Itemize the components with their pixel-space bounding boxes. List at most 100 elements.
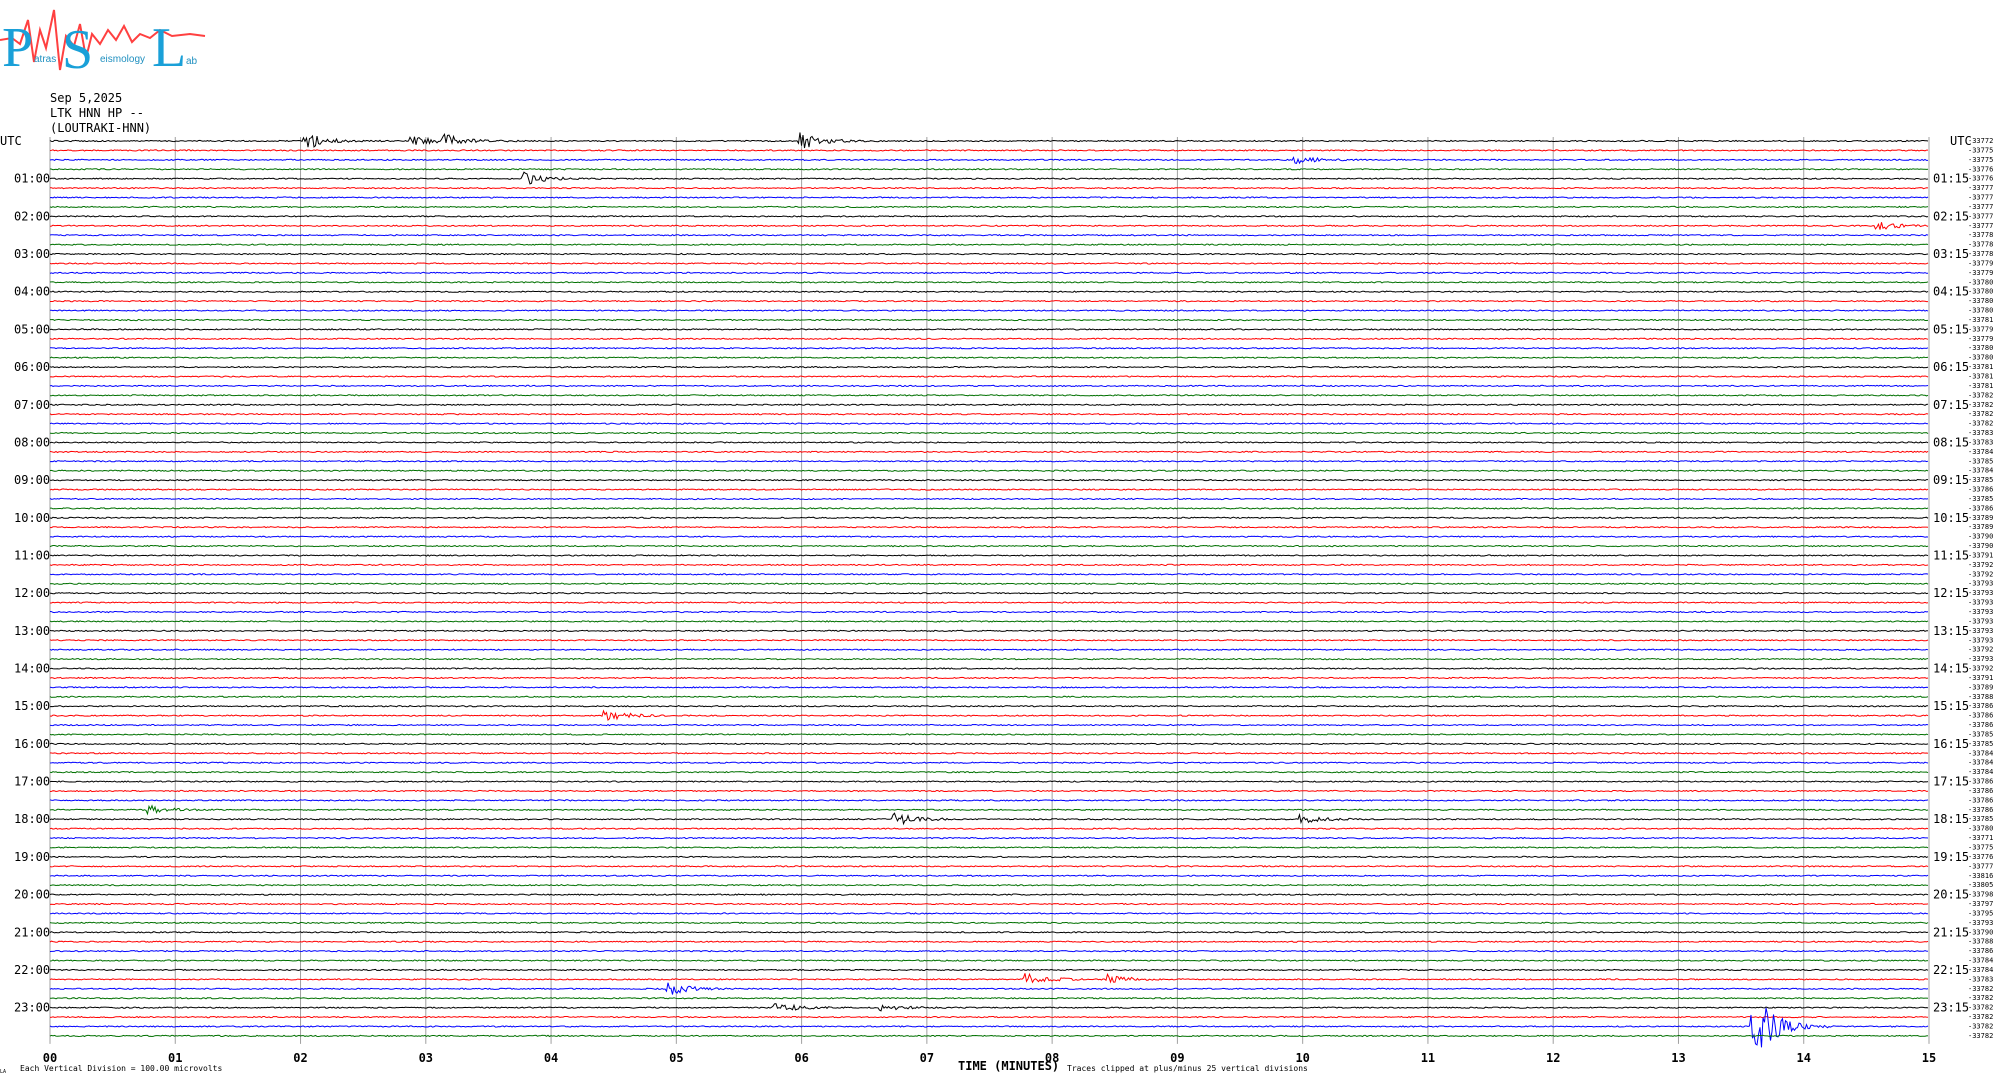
trace-value-label: -33779: [1968, 259, 1993, 267]
trace-value-label: -33780: [1968, 297, 1993, 305]
trace-line: [49, 375, 1929, 378]
trace-line: [49, 723, 1929, 727]
x-tick-label: 09: [1170, 1051, 1184, 1065]
hour-label-right: 12:15: [1933, 586, 1969, 600]
trace-line: [49, 959, 1929, 962]
trace-value-label: -33790: [1968, 542, 1993, 550]
trace-value-label: -33783: [1968, 438, 1993, 446]
trace-line: [49, 827, 1929, 830]
trace-value-label: -33786: [1968, 486, 1993, 494]
trace-line: [49, 573, 1929, 576]
hour-label-right: 19:15: [1933, 850, 1969, 864]
trace-line: [49, 356, 1929, 359]
trace-line: [49, 742, 1929, 746]
hour-label-left: 05:00: [14, 322, 50, 336]
trace-line: [49, 921, 1929, 925]
trace-value-label: -33786: [1968, 787, 1993, 795]
trace-value-label: -33792: [1968, 561, 1993, 569]
trace-value-label: -33783: [1968, 429, 1993, 437]
hour-label-left: 13:00: [14, 624, 50, 638]
trace-line: [49, 704, 1929, 708]
trace-value-label: -33784: [1968, 957, 1993, 965]
trace-line: [49, 497, 1929, 501]
hour-label-right: 23:15: [1933, 1001, 1969, 1015]
x-tick-label: 14: [1797, 1051, 1811, 1065]
x-tick-label: 05: [669, 1051, 683, 1065]
trace-value-label: -33793: [1968, 919, 1993, 927]
trace-value-label: -33782: [1968, 1022, 1993, 1030]
label-layer: -33772-33775-33775-33776-33776-33777-337…: [14, 137, 1993, 1065]
trace-line: [49, 403, 1929, 406]
x-tick-label: 00: [43, 1051, 57, 1065]
trace-line: [49, 384, 1929, 388]
hour-label-right: 18:15: [1933, 812, 1969, 826]
hour-label-left: 10:00: [14, 511, 50, 525]
trace-line: [49, 271, 1928, 275]
hour-label-right: 21:15: [1933, 925, 1969, 939]
trace-value-label: -33777: [1968, 194, 1993, 202]
hour-label-right: 22:15: [1933, 963, 1969, 977]
trace-line: [49, 836, 1929, 840]
trace-line: [49, 996, 1929, 1000]
trace-value-label: -33780: [1968, 825, 1993, 833]
hour-label-left: 17:00: [14, 775, 50, 789]
footer-corner-mark: LA: [0, 1069, 6, 1075]
trace-line: [49, 770, 1929, 774]
trace-line: [49, 789, 1929, 793]
trace-value-label: -33782: [1968, 1032, 1993, 1040]
trace-line: [49, 431, 1929, 435]
trace-value-label: -33793: [1968, 627, 1993, 635]
hour-label-left: 22:00: [14, 963, 50, 977]
trace-value-label: -33798: [1968, 891, 1993, 899]
trace-line: [49, 290, 1929, 293]
x-tick-label: 11: [1421, 1051, 1435, 1065]
trace-line: [49, 657, 1929, 661]
hour-label-right: 15:15: [1933, 699, 1969, 713]
trace-line: [49, 629, 1929, 633]
trace-line: [49, 620, 1929, 623]
trace-line: [49, 982, 1929, 995]
trace-value-label: -33784: [1968, 966, 1993, 974]
trace-value-label: -33784: [1968, 768, 1993, 776]
trace-value-label: -33778: [1968, 250, 1993, 258]
trace-line: [49, 610, 1929, 614]
trace-value-label: -33777: [1968, 203, 1993, 211]
trace-line: [49, 554, 1929, 557]
right-axis-title: UTC: [1950, 134, 1972, 148]
trace-line: [49, 233, 1929, 237]
trace-line: [49, 469, 1929, 472]
trace-line: [49, 804, 1929, 816]
trace-line: [49, 156, 1928, 165]
trace-value-label: -33782: [1968, 1004, 1993, 1012]
trace-line: [50, 507, 1929, 510]
trace-line: [49, 780, 1929, 783]
x-tick-label: 04: [544, 1051, 558, 1065]
hour-label-right: 06:15: [1933, 360, 1969, 374]
trace-line: [50, 299, 1928, 303]
trace-value-label: -33786: [1968, 796, 1993, 804]
trace-value-label: -33793: [1968, 617, 1993, 625]
trace-value-label: -33785: [1968, 457, 1993, 465]
trace-line: [49, 196, 1929, 199]
x-tick-label: 01: [168, 1051, 182, 1065]
trace-value-label: -33792: [1968, 665, 1993, 673]
hour-label-left: 21:00: [14, 925, 50, 939]
trace-value-label: -33780: [1968, 344, 1993, 352]
trace-line: [49, 752, 1929, 755]
trace-line: [49, 222, 1929, 230]
trace-value-label: -33779: [1968, 269, 1993, 277]
trace-value-label: -33789: [1968, 683, 1993, 691]
trace-line: [49, 1007, 1929, 1048]
trace-line: [49, 968, 1929, 972]
trace-line: [49, 1003, 1929, 1012]
trace-value-label: -33786: [1968, 947, 1993, 955]
trace-line: [49, 460, 1929, 463]
trace-value-label: -33793: [1968, 599, 1993, 607]
trace-line: [49, 337, 1929, 341]
trace-line: [49, 281, 1929, 284]
trace-value-label: -33776: [1968, 853, 1993, 861]
trace-line: [49, 799, 1929, 802]
hour-label-left: 19:00: [14, 850, 50, 864]
hour-label-right: 13:15: [1933, 624, 1969, 638]
trace-line: [49, 709, 1929, 721]
